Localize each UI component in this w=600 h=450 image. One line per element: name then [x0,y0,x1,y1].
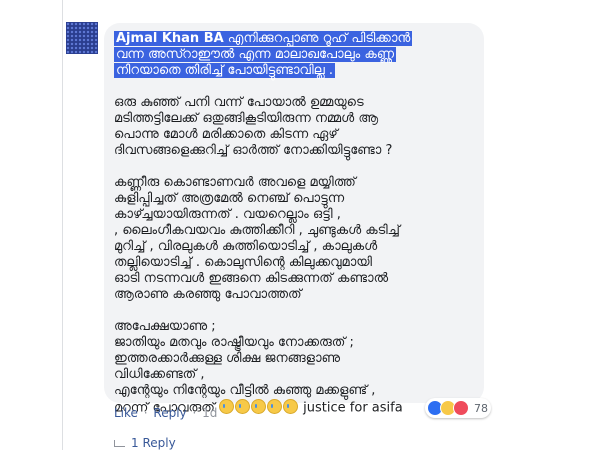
reaction-count: 78 [474,401,488,415]
text-line: ഓടി നടന്നവൾ ഇങ്ങനെ കിടക്കുന്നത് കണ്ടാൽ [114,271,389,286]
hashtag-text: justice for asifa [303,400,403,416]
text-line: ആരാണു കരഞ്ഞു പോവാത്തത് [114,287,302,302]
crying-face-emoji [235,399,251,414]
text-line: ദിവസങ്ങളെക്കുറിച്ച് ഓർത്ത് നോക്കിയിട്ടുണ… [114,143,393,158]
text-line: ജാതിയും മതവും രാഷ്ട്രീയവും നോക്കരുത് ; [114,335,354,350]
separator-dot: · [188,406,201,420]
view-replies-link[interactable]: 1 Reply [114,436,176,450]
crying-face-emoji [251,399,267,414]
crying-face-emoji [283,399,299,414]
text-line: , ലൈംഗീകവയവം കുത്തിക്കീറി , ചുണ്ടുകൾ കടി… [114,223,400,238]
replies-label: 1 Reply [131,436,176,450]
separator-dot: · [139,406,152,420]
text-line: കാഴ്ച്ചയായിരുന്നത് . വയറെല്ലാം ഒട്ടി , [114,207,341,222]
love-icon [453,400,469,416]
text-line: കണ്ണീരു കൊണ്ടാണവർ അവളെ മയ്യിത്ത് [114,175,356,190]
text-line: തല്ലിയൊടിച്ച് . കൊലുസിന്റെ കിലുക്കവുമായി [114,255,372,270]
like-link[interactable]: Like [114,406,138,420]
comment-paragraph-2: കണ്ണീരു കൊണ്ടാണവർ അവളെ മയ്യിത്ത് കുളിപ്പ… [114,175,474,303]
reply-arrow-icon [114,440,125,447]
avatar[interactable] [66,22,98,54]
comment-timestamp[interactable]: 1d [202,406,217,420]
text-line: ഇത്തരക്കാർക്കുള്ള ശിക്ഷ ജനങ്ങളാണു [114,351,341,366]
highlight-line: നിറയാതെ തിരിച്ച് പോയിട്ടുണ്ടാവില്ല . [114,63,336,78]
comment-author[interactable]: Ajmal Khan BA [116,31,224,46]
comment-paragraph-3: അപേക്ഷയാണു ; ജാതിയും മതവും രാഷ്ട്രീയവും … [114,319,474,417]
thread-divider [62,0,63,450]
highlight-line: വന്ന അസ്റാഈൽ എന്ന മാലാഖപോലും കണ്ണു [114,47,396,62]
text-line: പൊന്നു മോൾ മരിക്കാതെ കിടന്ന ഏഴ് [114,127,338,142]
text-line: കുളിപ്പിച്ചത് അത്രമേൽ നെഞ്ച് പൊട്ടുന്ന [114,191,345,206]
comment-thread: Ajmal Khan BA എനിക്കുറപ്പാണു റൂഹ് പിടിക്… [0,0,600,450]
text-line: അപേക്ഷയാണു ; [114,319,216,334]
reply-link[interactable]: Reply [153,406,186,420]
comment-paragraph-1: ഒരു കുഞ്ഞ് പനി വന്ന് പോയാൽ ഉമ്മയുടെ മടിത… [114,95,474,159]
comment-highlighted-text: Ajmal Khan BA എനിക്കുറപ്പാണു റൂഹ് പിടിക്… [114,31,474,79]
crying-face-emoji [219,399,235,414]
reactions-summary[interactable]: 78 [425,398,491,418]
text-line: വിധിക്കേണ്ടത് , [114,367,205,382]
comment-actions: Like · Reply · 1d [114,406,219,420]
text-line: എന്റേയും നിന്റേയും വീട്ടിൽ കുഞ്ഞു മക്കളു… [114,383,376,398]
comment-body: Ajmal Khan BA എനിക്കുറപ്പാണു റൂഹ് പിടിക്… [114,31,474,417]
text-line: മടിത്തട്ടിലേക്ക് ഒതുങ്ങികൂടിയിരുന്ന നമ്മ… [114,111,379,126]
crying-face-emoji [267,399,283,414]
text-line: ഒരു കുഞ്ഞ് പനി വന്ന് പോയാൽ ഉമ്മയുടെ [114,95,364,110]
text-line: മുറിച്ച് , വിരലുകൾ കുത്തിയൊടിച്ച് , കാലു… [114,239,378,254]
highlight-line: എനിക്കുറപ്പാണു റൂഹ് പിടിക്കാൻ [223,31,411,46]
emoji-row [219,399,299,417]
